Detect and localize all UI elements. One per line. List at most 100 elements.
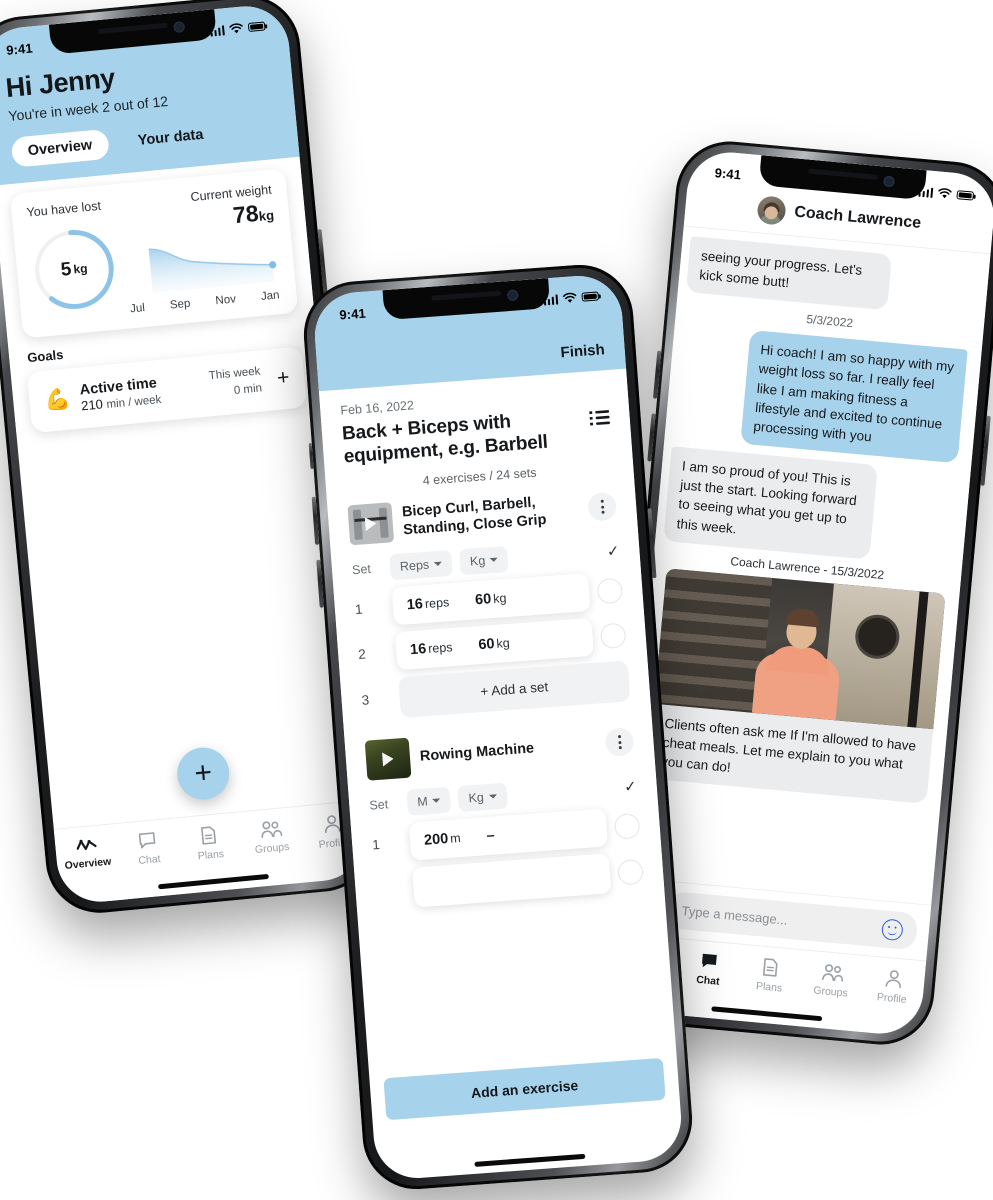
volume-up-button[interactable] — [653, 350, 662, 399]
message-input-placeholder: Type a message... — [681, 903, 789, 928]
message-bubble: Hi coach! I am so happy with my weight l… — [739, 330, 968, 464]
add-set-button[interactable]: + Add a set — [398, 660, 631, 719]
distance-unit-dropdown[interactable]: M — [406, 787, 452, 817]
exercise-header: Bicep Curl, Barbell, Standing, Close Gri… — [347, 486, 618, 546]
tab-groups-nav[interactable]: Groups — [239, 818, 304, 858]
set-values[interactable]: 16reps 60kg — [394, 618, 595, 671]
exercise-name: Rowing Machine — [419, 740, 535, 766]
set-number: 2 — [357, 646, 367, 662]
set-values[interactable]: 200m – — [408, 808, 609, 862]
set-values[interactable]: 16reps 60kg — [391, 573, 591, 626]
weight-card-content: 5 kg 78kg Jul Sep Nov Jan — [27, 199, 282, 325]
status-time: 9:41 — [338, 305, 367, 323]
add-exercise-button[interactable]: Add an exercise — [383, 1057, 666, 1121]
goal-progress: This week 0 min — [208, 363, 263, 402]
front-camera-icon — [172, 21, 185, 34]
set-weight: – — [486, 827, 496, 845]
phone-workout-screen: 9:41 Finish Feb 16, 2022 Back + Biceps w… — [311, 272, 685, 1182]
power-button[interactable] — [317, 229, 329, 300]
set-complete-checkbox[interactable] — [613, 812, 641, 840]
weight-unit-dropdown[interactable]: Kg — [459, 546, 510, 576]
exercise-name: Bicep Curl, Barbell, Standing, Close Gri… — [401, 494, 547, 539]
message-bubble: seeing your progress. Let's kick some bu… — [685, 236, 892, 311]
tab-groups-nav[interactable]: Groups — [799, 961, 863, 1000]
chevron-down-icon — [432, 798, 441, 804]
contact-name: Coach Lawrence — [793, 203, 922, 232]
chat-bubble-icon — [702, 953, 718, 968]
tab-plans-nav[interactable]: Plans — [178, 823, 243, 864]
wifi-icon — [562, 292, 577, 303]
rowing-machine-thumbnail[interactable] — [364, 737, 412, 782]
tab-overview[interactable]: Overview — [10, 128, 110, 168]
battery-icon — [247, 21, 266, 33]
avatar[interactable] — [756, 195, 787, 226]
weight-card[interactable]: You have lost Current weight 5 kg 78kg J… — [9, 168, 299, 339]
add-fab-button[interactable]: + — [174, 745, 232, 802]
x-tick: Jan — [260, 289, 281, 303]
add-goal-button[interactable]: + — [270, 366, 290, 392]
tab-overview-nav[interactable]: Overview — [55, 835, 119, 873]
speaker-icon — [97, 22, 168, 35]
check-all-icon[interactable]: ✓ — [606, 542, 620, 561]
status-time: 9:41 — [714, 165, 742, 183]
weight-unit-dropdown[interactable]: Kg — [457, 782, 508, 813]
wifi-icon — [938, 188, 952, 199]
phone-workout-device: 9:41 Finish Feb 16, 2022 Back + Biceps w… — [300, 261, 696, 1193]
set-weight: 60kg — [474, 591, 507, 609]
tab-bar: Overview Chat Plans Groups Profile — [53, 800, 368, 906]
home-indicator[interactable] — [474, 1153, 586, 1167]
segment-tabs: Overview Your data — [10, 113, 277, 168]
front-camera-icon — [882, 175, 895, 188]
finish-button[interactable]: Finish — [560, 341, 605, 361]
set-complete-checkbox[interactable] — [596, 577, 624, 605]
mute-switch[interactable] — [308, 442, 314, 470]
document-icon — [201, 826, 217, 845]
wifi-icon — [229, 23, 243, 34]
overview-body: You have lost Current weight 5 kg 78kg J… — [0, 156, 324, 435]
x-tick: Nov — [214, 293, 237, 308]
tab-your-data[interactable]: Your data — [121, 118, 221, 157]
tab-chat-nav[interactable]: Chat — [116, 829, 181, 869]
tab-plans-nav[interactable]: Plans — [738, 956, 803, 996]
list-icon[interactable] — [589, 409, 611, 426]
set-complete-checkbox[interactable] — [599, 622, 627, 650]
document-icon — [763, 958, 779, 977]
weight-lost-ring-chart: 5 kg — [28, 223, 120, 315]
check-all-icon[interactable]: ✓ — [624, 777, 638, 796]
status-icons — [543, 290, 600, 306]
exercise-menu-button[interactable] — [587, 492, 618, 523]
power-button[interactable] — [980, 415, 991, 486]
people-icon — [821, 964, 843, 982]
set-complete-checkbox[interactable] — [617, 858, 644, 886]
set-values[interactable] — [412, 853, 612, 908]
people-icon — [261, 821, 282, 839]
set-column-label: Set — [368, 797, 389, 813]
tab-profile-nav[interactable]: Profile — [861, 967, 926, 1007]
barbell-curl-thumbnail[interactable] — [347, 502, 395, 546]
set-weight: 60kg — [477, 636, 511, 654]
tab-label: Chat — [137, 852, 162, 868]
x-tick: Sep — [169, 297, 191, 312]
status-icons — [917, 186, 975, 202]
speaker-icon — [431, 290, 502, 301]
activity-icon — [76, 839, 97, 851]
chat-bubble-icon — [139, 832, 156, 849]
reps-unit-dropdown[interactable]: Reps — [389, 550, 454, 581]
current-weight-block: 78kg Jul Sep Nov Jan — [111, 199, 282, 317]
message-bubble: I am so proud of you! This is just the s… — [663, 446, 879, 560]
set-number — [376, 889, 406, 891]
exercise-menu-button[interactable] — [604, 727, 635, 758]
tab-label: Chat — [695, 973, 721, 988]
flexed-biceps-icon: 💪 — [43, 387, 72, 413]
battery-icon — [581, 291, 600, 302]
emoji-icon[interactable] — [880, 918, 904, 942]
coach-gym-photo[interactable] — [654, 568, 946, 729]
volume-down-button[interactable] — [647, 413, 656, 462]
weight-lost-value: 5 kg — [59, 258, 89, 281]
tab-chat-nav[interactable]: Chat — [677, 950, 741, 989]
set-distance: 200m — [423, 831, 462, 850]
chevron-down-icon — [488, 794, 497, 800]
chevron-down-icon — [433, 562, 443, 567]
exercise-item: Bicep Curl, Barbell, Standing, Close Gri… — [347, 482, 631, 721]
tab-label: Groups — [812, 984, 849, 1000]
